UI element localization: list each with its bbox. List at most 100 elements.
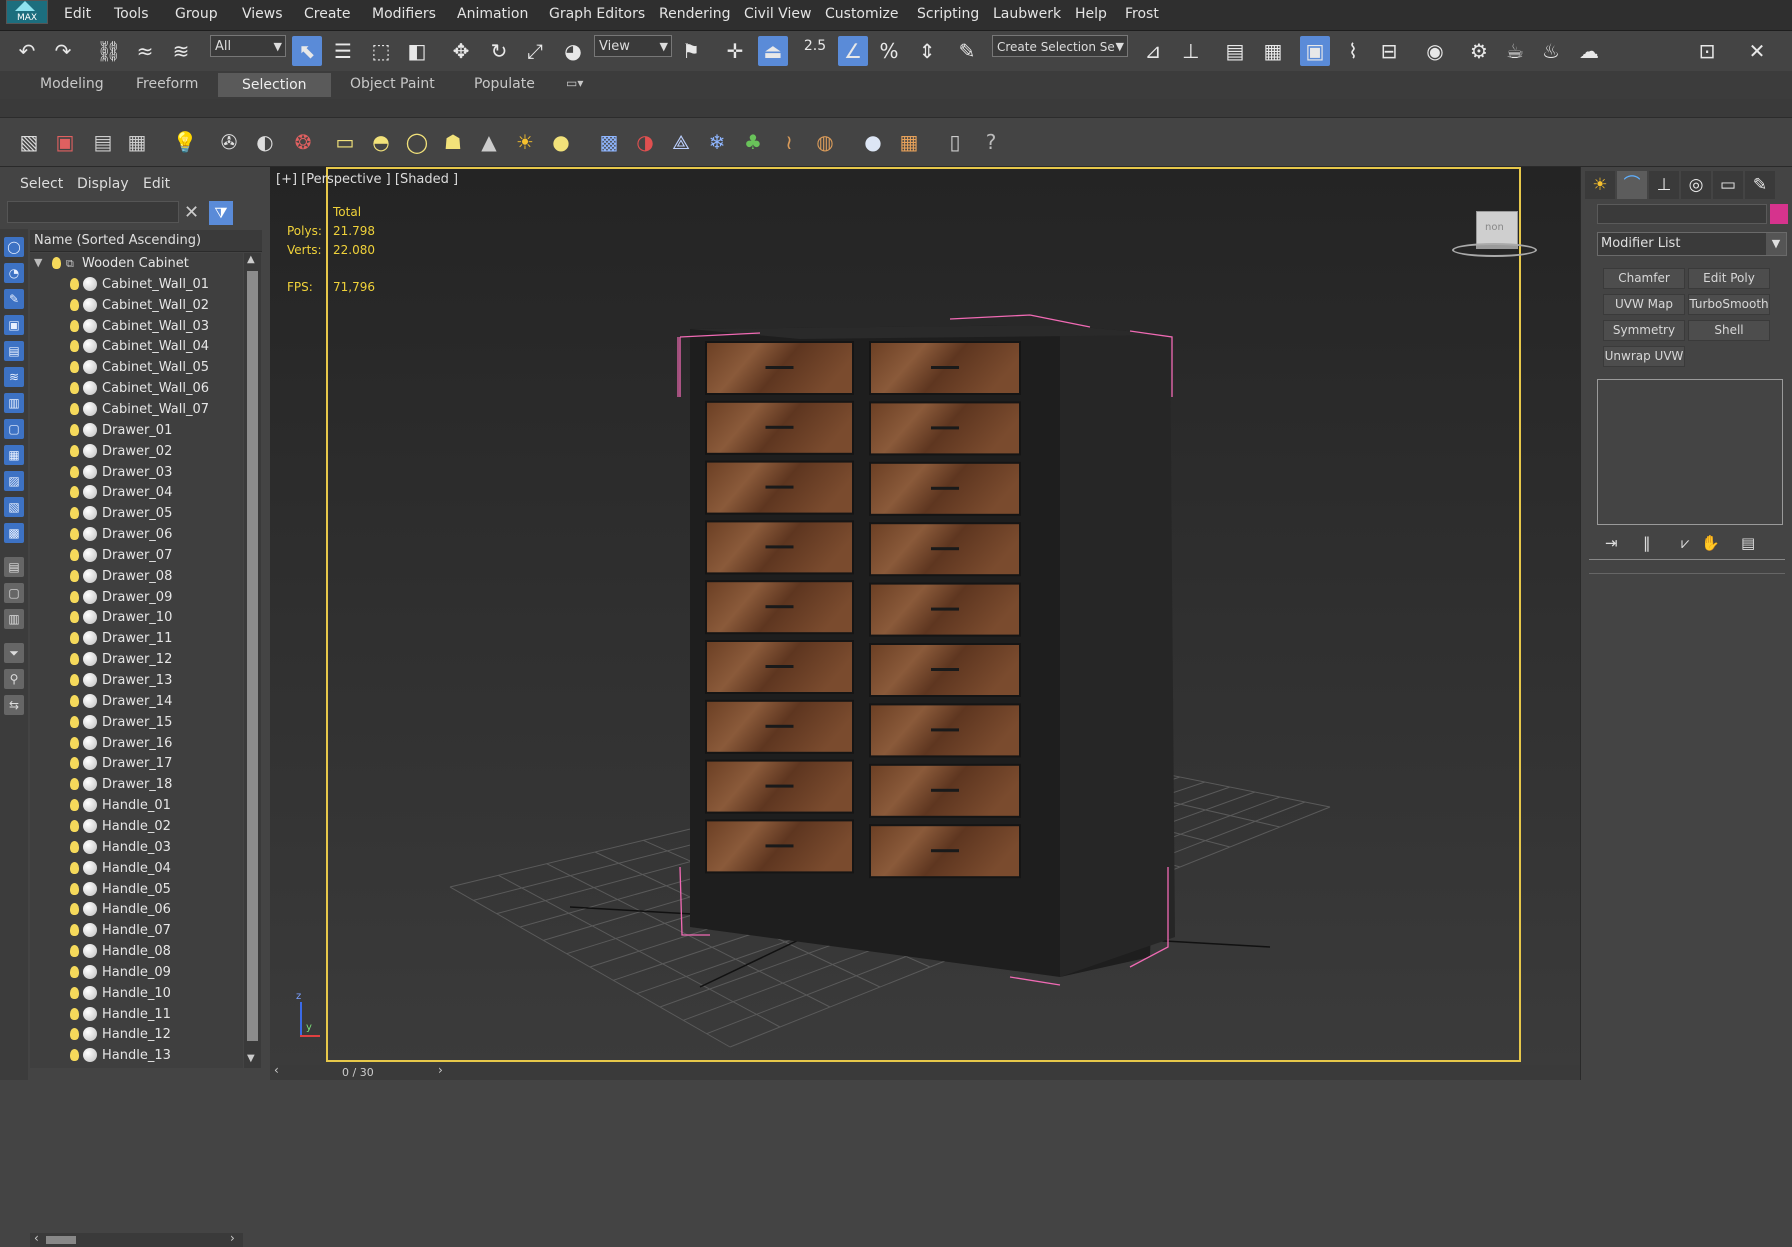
light-bulb-icon[interactable] [70,611,79,624]
utilities-panel-tab[interactable]: ✎ [1745,171,1775,199]
explorer-horizontal-scrollbar[interactable]: ‹ › [30,1231,243,1247]
render-cloud-button[interactable]: ☁ [1574,36,1604,66]
list-item[interactable]: Drawer_05 [30,503,243,524]
light-bulb-icon[interactable] [70,819,79,832]
tab-modeling[interactable]: Modeling [40,76,104,92]
scroll-left-icon[interactable]: ‹ [34,1231,39,1245]
time-slider[interactable]: ‹ 0 / 30 › [270,1063,1580,1080]
list-item[interactable]: Cabinet_Wall_06 [30,378,243,399]
menu-animation[interactable]: Animation [457,6,528,22]
menu-customize[interactable]: Customize [825,6,899,22]
hierarchy-panel-tab[interactable]: ⊥ [1649,171,1679,199]
rectangular-region-button[interactable]: ⬚ [366,36,396,66]
ribbon-toggle-button[interactable]: ▦ [1258,36,1288,66]
filter-geometry-icon[interactable]: ◯ [4,237,24,257]
sun-icon[interactable]: ☀ [510,127,540,157]
close-toolbar-button[interactable]: ✕ [1742,36,1772,66]
list-item[interactable]: Drawer_08 [30,566,243,587]
light-bulb-icon[interactable] [70,694,79,707]
explorer-tab-display[interactable]: Display [77,176,129,192]
menu-tools[interactable]: Tools [114,6,149,22]
viewport-label[interactable]: [+] [Perspective ] [Shaded ] [276,172,458,187]
list-item[interactable]: Handle_01 [30,795,243,816]
list-item[interactable]: Cabinet_Wall_05 [30,357,243,378]
sync-icon[interactable]: ⇆ [4,695,24,715]
render-production-button[interactable]: ♨ [1536,36,1566,66]
list-item[interactable]: Cabinet_Wall_01 [30,274,243,295]
fur-icon[interactable]: ▩ [594,127,624,157]
filter-containers-icon[interactable]: ▨ [4,471,24,491]
layer-explorer-button[interactable]: ▤ [1220,36,1250,66]
menu-views[interactable]: Views [242,6,283,22]
material-editor-button[interactable]: ◉ [1420,36,1450,66]
render-frame-icon[interactable]: ▣ [50,127,80,157]
symmetry-button[interactable]: Symmetry [1603,320,1685,341]
scale-button[interactable]: ⤢ [520,36,550,66]
hair-icon[interactable]: ≀ [774,127,804,157]
light-bulb-icon[interactable] [70,528,79,541]
light-bulb-icon[interactable] [70,632,79,645]
filter-xrefs-icon[interactable]: ▢ [4,419,24,439]
grid-table-icon[interactable]: ▦ [122,127,152,157]
list-item[interactable]: Drawer_11 [30,628,243,649]
list-item[interactable]: Handle_06 [30,899,243,920]
filter-helpers-icon[interactable]: ▤ [4,341,24,361]
select-object-button[interactable]: ⬉ [292,36,322,66]
list-item[interactable]: Handle_07 [30,920,243,941]
snowflake-icon[interactable]: ❄ [702,127,732,157]
list-item[interactable]: Drawer_02 [30,441,243,462]
percent-snap-button[interactable]: % [874,36,904,66]
light-bulb-icon[interactable] [70,945,79,958]
clear-search-icon[interactable]: ✕ [184,202,199,223]
edit-named-selection-button[interactable]: ✎ [952,36,982,66]
object-name-field[interactable] [1597,204,1767,224]
light-bulb-icon[interactable] [70,319,79,332]
list-item[interactable]: Drawer_04 [30,482,243,503]
light-bulb-icon[interactable] [70,298,79,311]
filter-cameras-icon[interactable]: ▣ [4,315,24,335]
frame-buffer-icon[interactable]: ▯ [940,127,970,157]
list-item[interactable]: Handle_02 [30,816,243,837]
show-end-result-icon[interactable]: ‖ [1643,534,1651,552]
list-item[interactable]: Cabinet_Wall_07 [30,399,243,420]
redo-button[interactable]: ↷ [48,36,78,66]
reference-coord-dropdown[interactable]: View ▼ [594,35,672,57]
list-item[interactable]: Drawer_10 [30,607,243,628]
ribbon-list-icon[interactable]: ▤ [88,127,118,157]
filter-invert-icon[interactable]: ▥ [4,609,24,629]
undo-button[interactable]: ↶ [12,36,42,66]
video-camera-icon[interactable]: ❂ [288,127,318,157]
light-bulb-icon[interactable] [70,569,79,582]
list-item[interactable]: Drawer_18 [30,774,243,795]
horizontal-scroll-thumb[interactable] [46,1236,76,1244]
render-setup-button[interactable]: ⚙ [1464,36,1494,66]
menu-modifiers[interactable]: Modifiers [372,6,436,22]
light-bulb-icon[interactable] [70,799,79,812]
light-bulb-icon[interactable] [70,465,79,478]
light-bulb-icon[interactable] [70,903,79,916]
filter-groups-icon[interactable]: ▥ [4,393,24,413]
ball-icon[interactable]: ◍ [810,127,840,157]
list-item[interactable]: Cabinet_Wall_04 [30,336,243,357]
funnel-icon[interactable]: ⏷ [4,643,24,663]
filter-lights-icon[interactable]: ✎ [4,289,24,309]
list-item[interactable]: Drawer_01 [30,420,243,441]
light-bulb-icon[interactable] [70,486,79,499]
light-bulb-icon[interactable] [70,840,79,853]
rendered-frame-button[interactable]: ☕ [1500,36,1530,66]
list-item[interactable]: Drawer_09 [30,587,243,608]
scroll-down-icon[interactable]: ▼ [247,1053,255,1064]
light-bulb-icon[interactable] [70,1007,79,1020]
list-item[interactable]: Handle_08 [30,941,243,962]
bind-space-warp-button[interactable]: ≋ [166,36,196,66]
tab-object-paint[interactable]: Object Paint [350,76,435,92]
light-bulb-icon[interactable] [70,382,79,395]
list-item[interactable]: Drawer_12 [30,649,243,670]
proxy-icon[interactable]: ◑ [630,127,660,157]
explorer-scrollbar[interactable]: ▲ ▼ [244,253,261,1068]
light-bulb-icon[interactable] [70,402,79,415]
grass-icon[interactable]: ♣ [738,127,768,157]
light-lister-icon[interactable]: 💡 [170,127,200,157]
light-bulb-icon[interactable] [70,674,79,686]
scrollbar-thumb[interactable] [247,271,258,1041]
